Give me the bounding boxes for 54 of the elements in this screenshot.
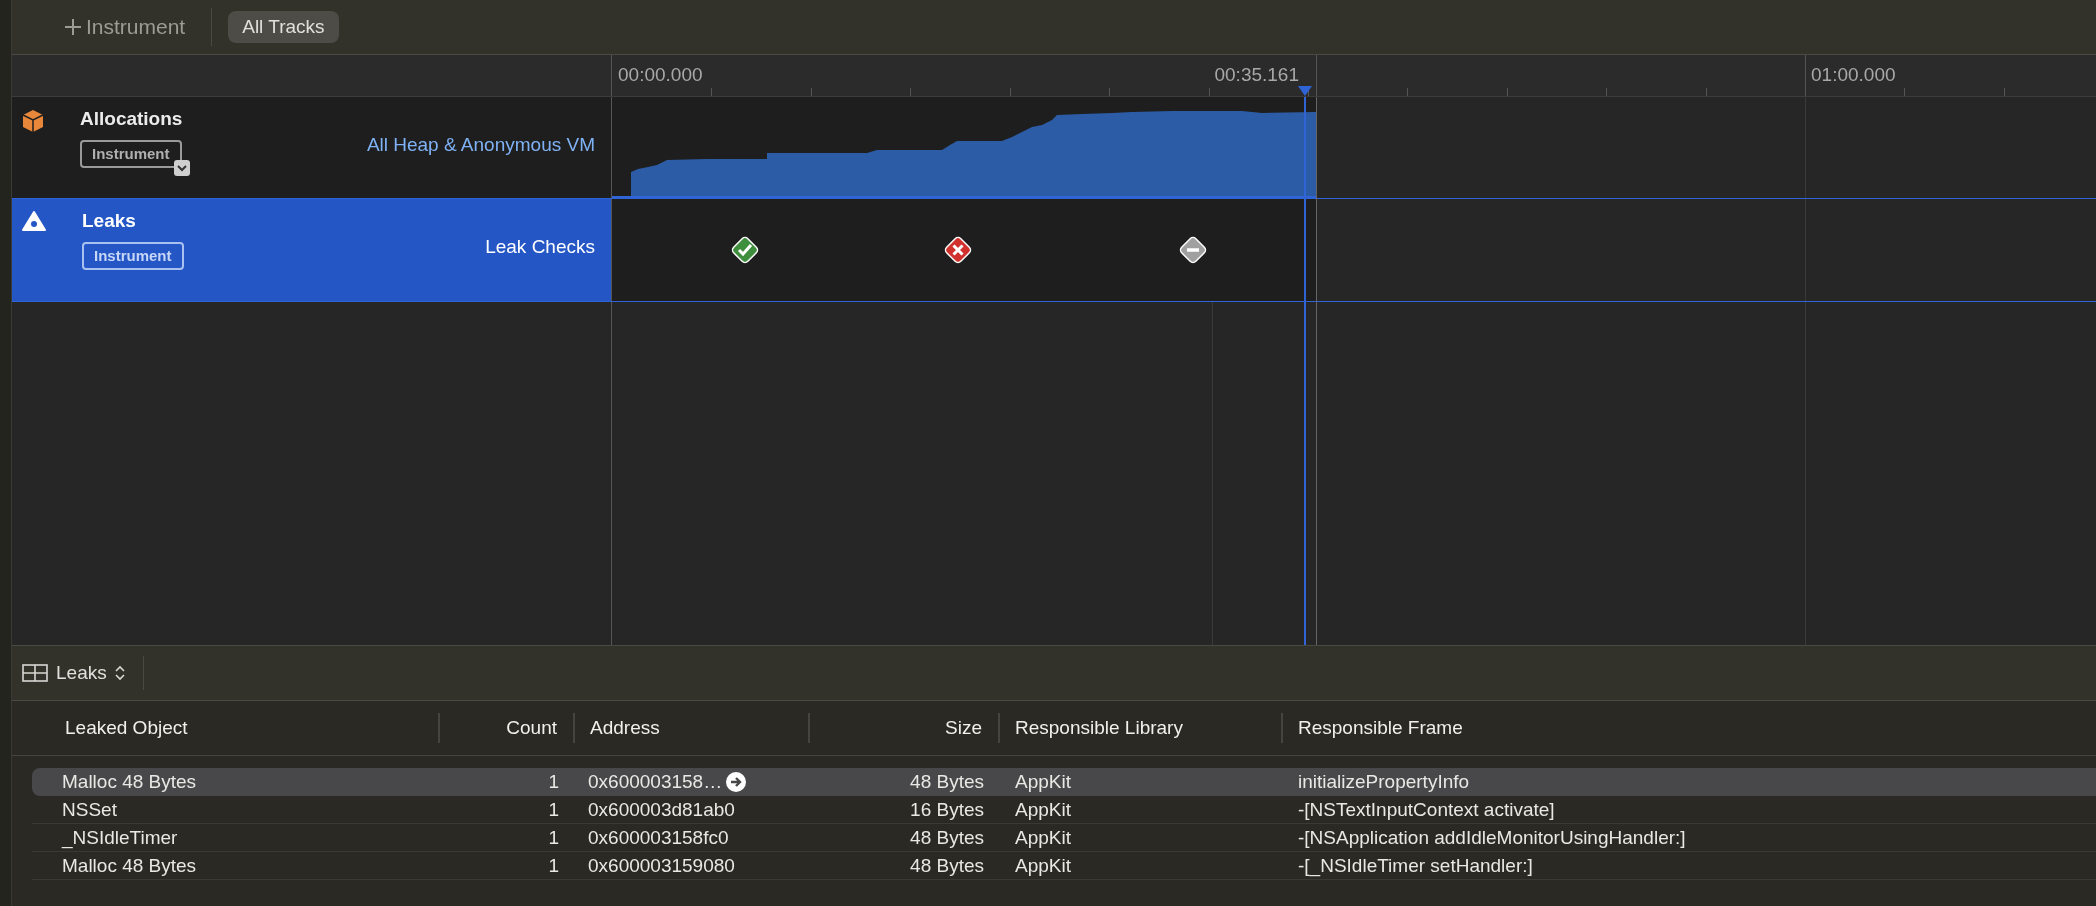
- detail-view-selector[interactable]: Leaks: [22, 658, 125, 688]
- table-cell-text: 48 Bytes: [910, 826, 984, 850]
- warning-triangle-icon: [22, 211, 46, 231]
- column-header[interactable]: Leaked Object: [65, 713, 188, 743]
- table-cell-text: _NSIdleTimer: [62, 826, 178, 851]
- plus-icon: [64, 18, 82, 36]
- table-row[interactable]: Malloc 48 Bytes 1 0x600003158… 48 Bytes AppKit initializePropertyInfo: [32, 768, 2096, 796]
- table-cell-text: AppKit: [1015, 770, 1071, 794]
- table-cell-text: AppKit: [1015, 826, 1071, 850]
- track-detail-label: All Heap & Anonymous VM: [366, 133, 595, 157]
- table-cell-text: -[_NSIdleTimer setHandler:]: [1298, 854, 1533, 879]
- table-cell-text: 1: [548, 770, 559, 794]
- table-cell-text: 1: [548, 798, 559, 822]
- chevron-down-icon[interactable]: [173, 160, 190, 176]
- table-cell-text: 48 Bytes: [910, 854, 984, 878]
- table-cell-text: NSSet: [62, 798, 117, 822]
- column-header[interactable]: Address: [590, 713, 660, 743]
- up-down-chevron-icon: [114, 665, 125, 681]
- column-header[interactable]: Size: [945, 713, 982, 743]
- all-tracks-filter[interactable]: All Tracks: [228, 11, 339, 43]
- table-icon: [22, 664, 48, 682]
- arrow-circle-icon[interactable]: [726, 772, 747, 793]
- table-cell-text: 0x600003158…: [588, 770, 723, 794]
- table-cell-text: AppKit: [1015, 854, 1071, 878]
- table-cell-text: 0x600003158fc0: [588, 826, 729, 850]
- time-label: 01:00.000: [1811, 63, 1896, 87]
- table-row[interactable]: Malloc 48 Bytes 1 0x600003159080 48 Bytes AppKit -[_NSIdleTimer setHandler:]: [32, 852, 2096, 880]
- column-header[interactable]: Responsible Frame: [1298, 713, 1463, 743]
- table-cell-text: AppKit: [1015, 798, 1071, 822]
- track-header[interactable]: Allocations Instrument All Heap & Anonymous VM: [12, 97, 612, 198]
- table-cell-text: 1: [548, 854, 559, 878]
- table-cell-text: 0x600003d81ab0: [588, 798, 735, 822]
- track-name: Allocations: [80, 107, 183, 131]
- table-cell-text: -[NSApplication addIdleMonitorUsingHandler:]: [1298, 826, 1686, 850]
- track-detail-label: Leak Checks: [485, 235, 595, 259]
- table-row[interactable]: _NSIdleTimer 1 0x600003158fc0 48 Bytes AppKit -[NSApplication addIdleMonitorUsingHandler:]: [32, 824, 2096, 852]
- table-cell-text: initializePropertyInfo: [1298, 770, 1470, 794]
- track-name: Leaks: [82, 209, 136, 233]
- column-header[interactable]: Count: [506, 713, 557, 743]
- table-cell-text: 1: [548, 826, 559, 850]
- table-cell-text: -[NSTextInputContext activate]: [1298, 798, 1555, 822]
- add-instrument-button[interactable]: Instrument: [64, 11, 186, 43]
- table-cell-text: Malloc 48 Bytes: [62, 770, 197, 794]
- time-label: 00:35.161: [1213, 63, 1299, 87]
- table-cell-text: 16 Bytes: [910, 798, 984, 822]
- instrument-badge: Instrument: [82, 241, 184, 270]
- time-label: 00:00.000: [618, 63, 703, 87]
- column-header[interactable]: Responsible Library: [1015, 713, 1183, 743]
- cube-icon: [22, 109, 44, 133]
- table-row[interactable]: NSSet 1 0x600003d81ab0 16 Bytes AppKit -[NSTextInputContext activate]: [32, 796, 2096, 824]
- track-header[interactable]: Leaks Instrument Leak Checks: [12, 199, 612, 301]
- table-cell-text: 0x600003159080: [588, 854, 735, 878]
- table-cell-text: Malloc 48 Bytes: [62, 854, 197, 878]
- table-cell-text: 48 Bytes: [910, 770, 984, 794]
